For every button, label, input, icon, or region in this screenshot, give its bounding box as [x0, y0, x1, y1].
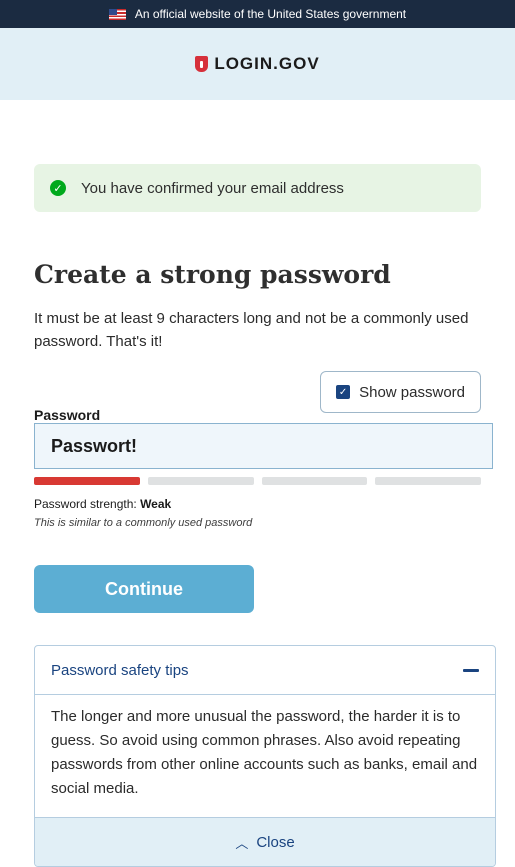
show-password-toggle[interactable]: ✓ Show password	[320, 371, 481, 413]
strength-segment	[261, 477, 368, 485]
close-tips-button[interactable]: ︿ Close	[35, 817, 495, 866]
strength-value: Weak	[140, 497, 172, 511]
shield-logo-icon	[195, 56, 209, 72]
password-input[interactable]: Passwort!	[34, 423, 493, 469]
gov-banner-text: An official website of the United States…	[134, 7, 407, 21]
strength-hint: This is similar to a commonly used passw…	[34, 517, 253, 529]
show-password-label[interactable]: Show password	[359, 384, 465, 401]
us-flag-icon	[108, 8, 126, 20]
logo-text[interactable]: LOGIN.GOV	[214, 54, 319, 74]
password-strength-meter	[34, 477, 481, 485]
strength-segment	[34, 477, 140, 485]
strength-segment	[375, 477, 481, 485]
continue-button[interactable]: Continue	[34, 565, 254, 613]
minus-icon[interactable]	[463, 668, 479, 672]
checkbox-checked-icon[interactable]: ✓	[336, 385, 351, 399]
tips-toggle[interactable]: Password safety tips	[35, 646, 495, 695]
password-label-row: ✓ Show password Password	[34, 371, 481, 423]
strength-segment	[147, 477, 254, 485]
tips-title[interactable]: Password safety tips	[51, 662, 189, 679]
check-circle-icon: ✓	[50, 180, 66, 196]
password-label: Password	[34, 407, 101, 423]
strength-prefix: Password strength:	[34, 497, 141, 511]
password-tips-accordion: Password safety tips The longer and more…	[34, 645, 496, 867]
password-strength: Password strength: Weak	[34, 497, 481, 511]
gov-banner: An official website of the United States…	[0, 0, 515, 28]
success-alert: ✓ You have confirmed your email address	[34, 164, 481, 212]
header: LOGIN.GOV	[0, 28, 515, 100]
close-label[interactable]: Close	[256, 834, 294, 851]
page-title: Create a strong password	[34, 260, 391, 289]
intro-text: It must be at least 9 characters long an…	[34, 310, 469, 350]
main-content: ✓ You have confirmed your email address …	[0, 164, 515, 867]
tips-body: The longer and more unusual the password…	[51, 708, 478, 797]
alert-message: You have confirmed your email address	[81, 179, 344, 197]
chevron-up-icon[interactable]: ︿	[235, 833, 248, 852]
